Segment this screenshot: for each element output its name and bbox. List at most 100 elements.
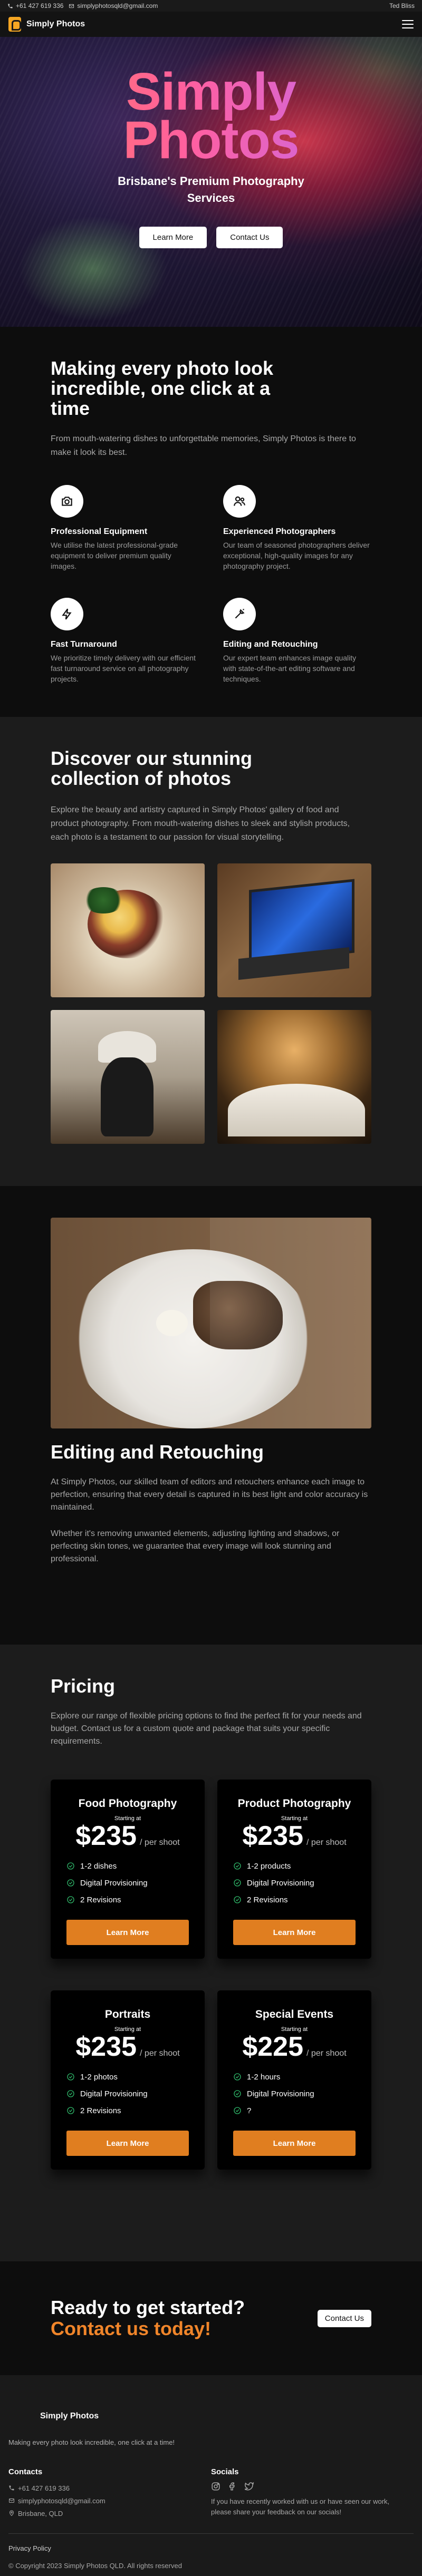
- editing-para-1: At Simply Photos, our skilled team of ed…: [51, 1477, 368, 1512]
- footer-email[interactable]: simplyphotosqld@gmail.com: [8, 2494, 211, 2507]
- plan-learn-more-button[interactable]: Learn More: [233, 1920, 356, 1945]
- socials-heading: Socials: [211, 2467, 239, 2476]
- top-bar: +61 427 619 336 simplyphotosqld@gmail.co…: [0, 0, 422, 12]
- per-shoot-label: / per shoot: [306, 2049, 347, 2058]
- editing-before-after-image: [51, 1218, 371, 1428]
- feature-item: Editing and Retouching Our expert team e…: [223, 598, 371, 684]
- check-circle-icon: [234, 2107, 241, 2114]
- lightning-icon: [62, 608, 72, 620]
- plan-learn-more-button[interactable]: Learn More: [66, 2131, 189, 2156]
- plan-price: $235: [75, 2031, 137, 2062]
- pricing-card: Special Events Starting at $225 / per sh…: [217, 1990, 371, 2170]
- plan-feature: 1-2 hours: [233, 2068, 356, 2085]
- camera-icon: [62, 497, 72, 506]
- plan-price: $235: [242, 1821, 304, 1851]
- footer-logo-icon: [8, 2402, 34, 2431]
- brand-name: Simply Photos: [26, 20, 85, 28]
- gallery-photo-food[interactable]: [51, 863, 205, 997]
- hamburger-icon[interactable]: [402, 20, 414, 28]
- plan-learn-more-button[interactable]: Learn More: [66, 1920, 189, 1945]
- plan-title: Food Photography: [78, 1797, 177, 1810]
- hero-subtitle: Brisbane's Premium Photography Services: [118, 174, 304, 205]
- navbar: Simply Photos: [0, 12, 422, 37]
- footer-socials: Socials If you have recently worked with…: [211, 2467, 414, 2520]
- feature-text: We prioritize timely delivery with our e…: [51, 654, 196, 683]
- plan-title: Product Photography: [237, 1797, 351, 1810]
- plan-feature: ?: [233, 2102, 356, 2119]
- pricing-card: Portraits Starting at $235 / per shoot 1…: [51, 1990, 205, 2170]
- feature-item: Experienced Photographers Our team of se…: [223, 485, 371, 571]
- twitter-icon[interactable]: [245, 2482, 254, 2491]
- footer: Simply Photos Making every photo look in…: [0, 2375, 422, 2576]
- check-circle-icon: [67, 1896, 74, 1903]
- gallery-photo-portrait[interactable]: [51, 1010, 205, 1144]
- plan-feature: 2 Revisions: [66, 1891, 189, 1908]
- plan-feature: 2 Revisions: [233, 1891, 356, 1908]
- footer-location: Brisbane, QLD: [8, 2507, 211, 2520]
- plan-feature: 1-2 products: [233, 1858, 356, 1874]
- topbar-email-text: simplyphotosqld@gmail.com: [77, 2, 158, 9]
- gallery-photo-laptop[interactable]: [217, 863, 371, 997]
- check-circle-icon: [67, 2073, 74, 2081]
- cta-contact-us-button[interactable]: Contact Us: [317, 2309, 371, 2327]
- per-shoot-label: / per shoot: [306, 1838, 347, 1847]
- privacy-policy-link[interactable]: Privacy Policy: [8, 2544, 414, 2552]
- features-section: Making every photo look incredible, one …: [0, 327, 422, 717]
- per-shoot-label: / per shoot: [140, 2049, 180, 2058]
- features-heading: Making every photo look incredible, one …: [51, 357, 274, 419]
- footer-tagline: Making every photo look incredible, one …: [8, 2438, 175, 2446]
- hero-contact-us-button[interactable]: Contact Us: [216, 227, 283, 248]
- topbar-email[interactable]: simplyphotosqld@gmail.com: [69, 2, 158, 9]
- feature-title: Professional Equipment: [51, 527, 148, 536]
- mail-icon: [69, 4, 74, 8]
- gallery-heading: Discover our stunning collection of phot…: [51, 747, 253, 789]
- plan-feature: Digital Provisioning: [66, 2085, 189, 2102]
- check-circle-icon: [67, 1879, 74, 1887]
- feature-item: Fast Turnaround We prioritize timely del…: [51, 598, 199, 684]
- facebook-icon[interactable]: [228, 2482, 237, 2491]
- feature-text: We utilise the latest professional-grade…: [51, 541, 178, 570]
- plan-feature: Digital Provisioning: [66, 1874, 189, 1891]
- hero-title-line2: Photos: [123, 111, 299, 170]
- check-circle-icon: [67, 2090, 74, 2097]
- wand-icon: [235, 609, 245, 619]
- features-lead: From mouth-watering dishes to unforgetta…: [51, 434, 356, 457]
- check-circle-icon: [234, 1862, 241, 1870]
- feature-title: Editing and Retouching: [223, 640, 318, 649]
- footer-phone[interactable]: +61 427 619 336: [8, 2482, 211, 2494]
- logo-icon: [8, 17, 21, 32]
- users-icon: [234, 496, 245, 506]
- copyright-text: © Copyright 2023 Simply Photos QLD. All …: [8, 2562, 182, 2570]
- instagram-icon[interactable]: [211, 2482, 220, 2491]
- editing-heading: Editing and Retouching: [51, 1441, 264, 1463]
- gallery-section: Discover our stunning collection of phot…: [0, 717, 422, 1186]
- check-circle-icon: [67, 1862, 74, 1870]
- feature-title: Fast Turnaround: [51, 640, 117, 649]
- plan-learn-more-button[interactable]: Learn More: [233, 2131, 356, 2156]
- per-shoot-label: / per shoot: [140, 1838, 180, 1847]
- pricing-card: Food Photography Starting at $235 / per …: [51, 1780, 205, 1959]
- check-circle-icon: [234, 2073, 241, 2081]
- plan-price: $235: [75, 1821, 137, 1851]
- cta-line1: Ready to get started?: [51, 2297, 245, 2318]
- phone-icon: [9, 2485, 14, 2491]
- pricing-heading: Pricing: [51, 1675, 116, 1697]
- plan-feature: Digital Provisioning: [233, 1874, 356, 1891]
- feature-title: Experienced Photographers: [223, 527, 336, 536]
- plan-title: Special Events: [255, 2008, 334, 2020]
- cta-heading: Ready to get started? Contact us today!: [51, 2297, 245, 2339]
- gallery-photo-event[interactable]: [217, 1010, 371, 1144]
- brand-link[interactable]: Simply Photos: [8, 17, 85, 32]
- cta-section: Ready to get started? Contact us today! …: [0, 2261, 422, 2375]
- hero-learn-more-button[interactable]: Learn More: [139, 227, 207, 248]
- plan-feature: 2 Revisions: [66, 2102, 189, 2119]
- plan-title: Portraits: [104, 2008, 151, 2020]
- pricing-card: Product Photography Starting at $235 / p…: [217, 1780, 371, 1959]
- socials-feedback-text: If you have recently worked with us or h…: [211, 2497, 390, 2516]
- editing-section: Editing and Retouching At Simply Photos,…: [0, 1186, 422, 1645]
- gallery-lead: Explore the beauty and artistry captured…: [51, 805, 350, 842]
- topbar-phone[interactable]: +61 427 619 336: [7, 2, 63, 9]
- plan-feature: 1-2 photos: [66, 2068, 189, 2085]
- editing-para-2: Whether it's removing unwanted elements,…: [51, 1529, 340, 1563]
- mail-icon: [9, 2499, 14, 2503]
